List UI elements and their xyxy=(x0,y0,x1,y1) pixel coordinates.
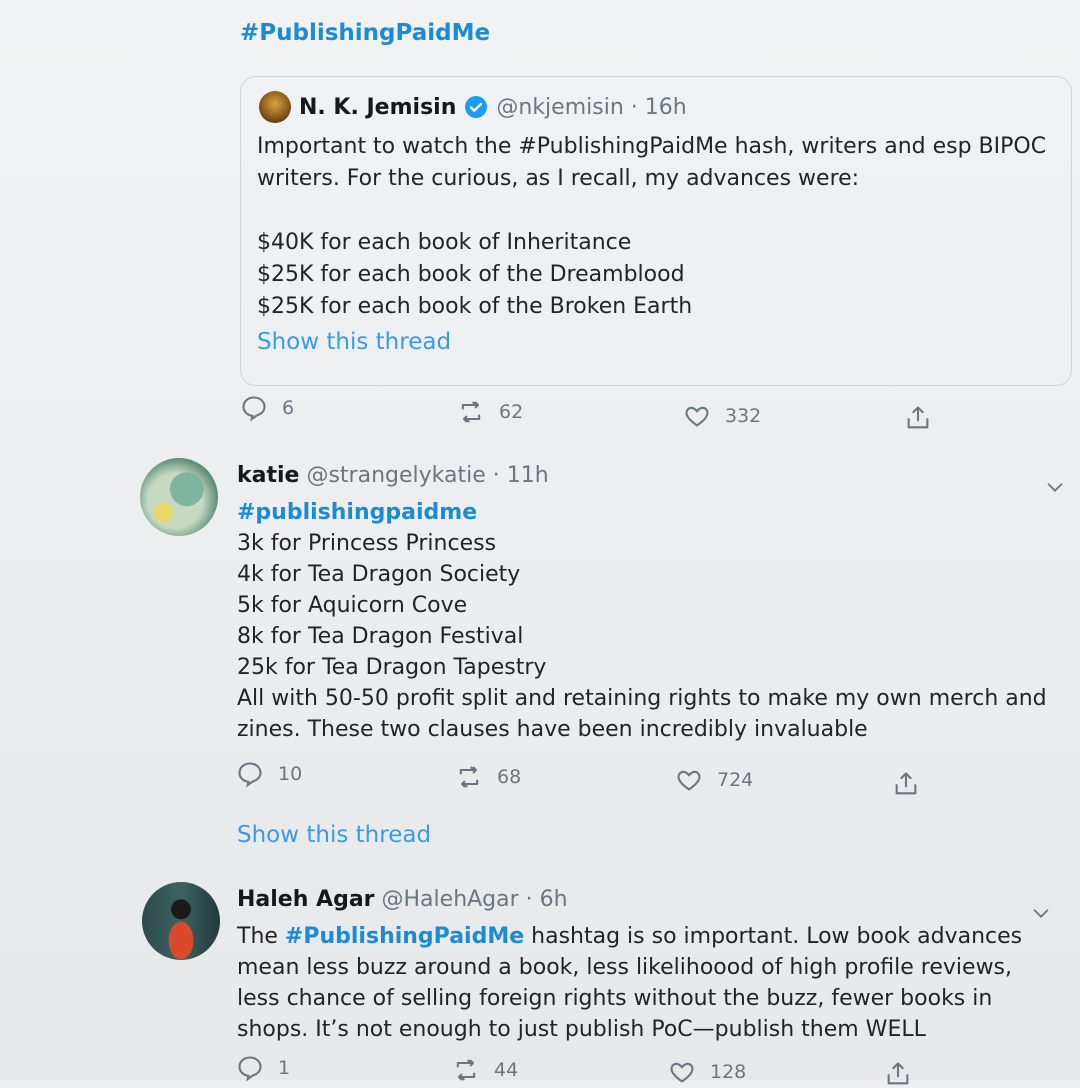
author-name[interactable]: katie xyxy=(237,463,299,488)
hashtag-link[interactable]: #PublishingPaidMe xyxy=(240,20,490,46)
reply-icon xyxy=(238,1056,262,1082)
share-button[interactable] xyxy=(892,770,920,798)
like-icon xyxy=(677,770,701,791)
tweet-text-line: Important to watch the #PublishingPaidMe… xyxy=(257,134,1047,191)
quoted-tweet-header: N. K. Jemisin @nkjemisin · 16h xyxy=(259,91,687,123)
share-button[interactable] xyxy=(904,404,932,432)
avatar[interactable] xyxy=(142,882,220,960)
share-icon xyxy=(895,772,917,795)
author-name[interactable]: N. K. Jemisin xyxy=(299,95,456,120)
reply-count: 6 xyxy=(282,397,295,419)
like-button[interactable]: 332 xyxy=(683,402,761,430)
hashtag-link[interactable]: #publishingpaidme xyxy=(237,497,1047,528)
tweet-text-line: $25K for each book of the Broken Earth xyxy=(257,294,693,319)
retweet-button[interactable]: 62 xyxy=(457,398,523,426)
tweet-text: The #PublishingPaidMe hashtag is so impo… xyxy=(237,921,1047,1045)
reply-button[interactable]: 10 xyxy=(236,760,302,788)
retweet-count: 62 xyxy=(499,401,524,423)
chevron-down-icon[interactable] xyxy=(1044,476,1066,498)
author-handle-time[interactable]: @HalehAgar · 6h xyxy=(382,887,568,912)
like-button[interactable]: 724 xyxy=(675,766,753,794)
share-icon xyxy=(887,1062,909,1085)
reply-icon xyxy=(242,396,266,422)
retweet-button[interactable]: 68 xyxy=(455,763,521,791)
reply-count: 1 xyxy=(278,1057,291,1079)
retweet-icon xyxy=(461,401,481,423)
reply-button[interactable]: 1 xyxy=(236,1054,290,1082)
tweet-text-line: $40K for each book of Inheritance xyxy=(257,230,632,255)
tweet-text-line: The xyxy=(237,924,285,949)
show-thread-link[interactable]: Show this thread xyxy=(237,822,431,848)
reply-count: 10 xyxy=(278,763,303,785)
tweet-text-paragraph: The #PublishingPaidMe hashtag is so impo… xyxy=(237,921,1047,1045)
reply-button[interactable]: 6 xyxy=(240,394,294,422)
show-thread-link[interactable]: Show this thread xyxy=(257,329,451,355)
retweet-count: 68 xyxy=(497,766,522,788)
share-icon xyxy=(907,406,929,429)
tweet-text-line: All with 50-50 profit split and retainin… xyxy=(237,686,1047,742)
author-handle-time[interactable]: @strangelykatie · 11h xyxy=(306,463,548,488)
like-count: 724 xyxy=(717,769,754,791)
author-name[interactable]: Haleh Agar xyxy=(237,887,375,912)
tweet-header: Haleh Agar @HalehAgar · 6h xyxy=(237,887,568,912)
retweet-icon xyxy=(459,766,479,788)
hashtag-link[interactable]: #PublishingPaidMe xyxy=(285,924,524,949)
tweet-text-line: 4k for Tea Dragon Society xyxy=(237,562,521,587)
retweet-count: 44 xyxy=(494,1059,519,1081)
tweet-text-line: 3k for Princess Princess xyxy=(237,531,497,556)
author-handle-time[interactable]: @nkjemisin · 16h xyxy=(496,95,686,120)
verified-badge-icon xyxy=(465,96,488,118)
like-count: 332 xyxy=(725,405,762,427)
tweet-text-line: $25K for each book of the Dreamblood xyxy=(257,262,685,287)
tweet-text-line: 25k for Tea Dragon Tapestry xyxy=(237,655,547,680)
avatar[interactable] xyxy=(140,458,218,536)
avatar[interactable] xyxy=(259,91,291,123)
tweet-text: #publishingpaidme 3k for Princess Prince… xyxy=(237,497,1047,745)
quoted-tweet-card[interactable]: N. K. Jemisin @nkjemisin · 16h Important… xyxy=(240,76,1072,386)
quoted-tweet-text: Important to watch the #PublishingPaidMe… xyxy=(257,131,1057,323)
like-icon xyxy=(685,406,709,427)
twitter-timeline: #PublishingPaidMe N. K. Jemisin @nkjemis… xyxy=(0,0,1080,1085)
tweet-header: katie @strangelykatie · 11h xyxy=(237,463,549,488)
like-button[interactable]: 128 xyxy=(668,1058,746,1086)
reply-icon xyxy=(238,762,262,788)
like-icon xyxy=(670,1062,694,1083)
tweet-text-line: 5k for Aquicorn Cove xyxy=(237,593,468,618)
tweet-text-line: 8k for Tea Dragon Festival xyxy=(237,624,524,649)
share-button[interactable] xyxy=(884,1060,912,1088)
